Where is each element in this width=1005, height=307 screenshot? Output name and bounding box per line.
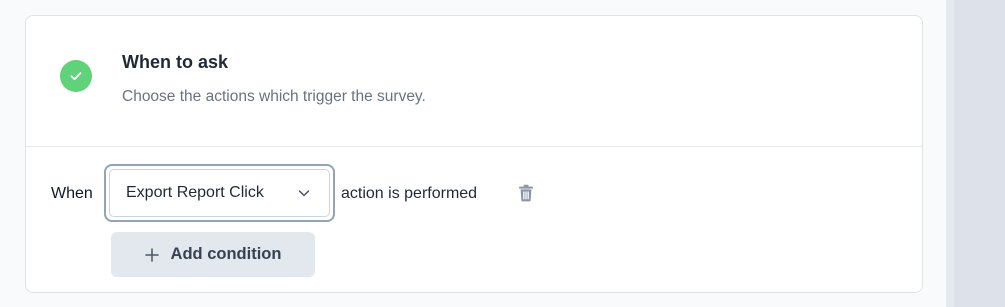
right-rail bbox=[946, 0, 1005, 307]
plus-icon bbox=[144, 247, 159, 262]
delete-condition-button[interactable] bbox=[515, 182, 537, 204]
when-to-ask-card: When to ask Choose the actions which tri… bbox=[25, 15, 923, 293]
section-subtitle: Choose the actions which trigger the sur… bbox=[122, 88, 426, 105]
card-header[interactable]: When to ask Choose the actions which tri… bbox=[26, 16, 922, 147]
check-circle-icon bbox=[60, 60, 92, 92]
action-select-box[interactable]: Export Report Click bbox=[109, 169, 330, 217]
trash-icon[interactable] bbox=[518, 184, 534, 202]
action-select[interactable]: Export Report Click bbox=[104, 164, 335, 222]
add-condition-button[interactable]: Add condition bbox=[111, 232, 315, 277]
action-select-value: Export Report Click bbox=[126, 184, 264, 201]
section-title: When to ask bbox=[122, 52, 229, 72]
add-condition-label: Add condition bbox=[170, 245, 282, 263]
chevron-down-icon bbox=[297, 186, 311, 200]
when-label: When bbox=[51, 185, 93, 202]
checkmark-icon bbox=[70, 72, 82, 81]
right-rail-edge bbox=[946, 0, 954, 307]
action-performed-text: action is performed bbox=[341, 185, 478, 202]
